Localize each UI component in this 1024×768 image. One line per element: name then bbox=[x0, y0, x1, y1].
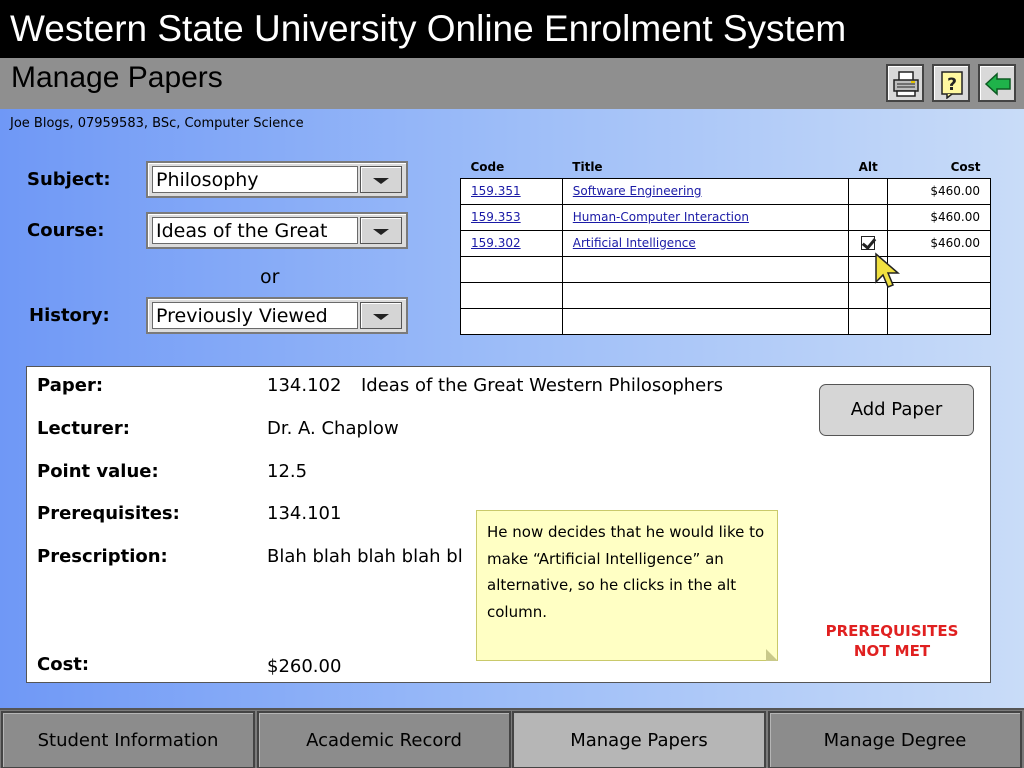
paper-title-cell: Software Engineering bbox=[561, 177, 850, 205]
or-text: or bbox=[260, 266, 280, 288]
lecturer-label: Lecturer: bbox=[37, 418, 130, 439]
page-title: Manage Papers bbox=[11, 61, 223, 94]
cost-cell: $460.00 bbox=[887, 177, 991, 205]
tab-student-information[interactable]: Student Information bbox=[1, 711, 255, 768]
paper-code-cell: 159.302 bbox=[460, 229, 563, 257]
svg-text:?: ? bbox=[947, 75, 957, 95]
lecturer-value: Dr. A. Chaplow bbox=[267, 418, 399, 439]
paper-code-cell: 159.353 bbox=[460, 203, 563, 231]
paper-code: 134.102 bbox=[267, 375, 342, 396]
course-select[interactable]: Ideas of the Great bbox=[146, 212, 408, 249]
table-row bbox=[460, 281, 991, 309]
table-row bbox=[460, 255, 991, 283]
help-icon: ? bbox=[941, 71, 963, 99]
selected-papers-table: Code Title Alt Cost 159.351 Software Engi… bbox=[460, 156, 991, 335]
paper-title-link[interactable]: Artificial Intelligence bbox=[573, 236, 696, 250]
history-value: Previously Viewed bbox=[152, 302, 358, 329]
add-paper-button[interactable]: Add Paper bbox=[819, 384, 974, 436]
cost-cell: $460.00 bbox=[887, 203, 991, 231]
prerequisites-label: Prerequisites: bbox=[37, 503, 180, 524]
printer-icon bbox=[893, 71, 919, 97]
column-header-cost: Cost bbox=[950, 159, 981, 174]
table-header-row: Code Title Alt Cost bbox=[461, 156, 991, 178]
tab-academic-record[interactable]: Academic Record bbox=[257, 711, 511, 768]
app-title: Western State University Online Enrolmen… bbox=[0, 0, 1024, 58]
student-info: Joe Blogs, 07959583, BSc, Computer Scien… bbox=[10, 116, 304, 131]
paper-code-link[interactable]: 159.353 bbox=[471, 210, 521, 224]
back-arrow-icon bbox=[984, 72, 1011, 96]
annotation-note-text: He now decides that he would like to mak… bbox=[487, 523, 765, 621]
back-button[interactable] bbox=[978, 64, 1016, 102]
paper-title-cell bbox=[561, 255, 850, 283]
alt-cell[interactable] bbox=[848, 203, 889, 231]
paper-code-link[interactable]: 159.351 bbox=[471, 184, 521, 198]
history-dropdown-icon[interactable] bbox=[360, 302, 402, 329]
cost-cell bbox=[887, 281, 991, 309]
paper-title-link[interactable]: Human-Computer Interaction bbox=[573, 210, 749, 224]
paper-label: Paper: bbox=[37, 375, 104, 396]
paper-title-cell bbox=[561, 307, 850, 335]
help-button[interactable]: ? bbox=[932, 64, 970, 102]
prescription-label: Prescription: bbox=[37, 546, 168, 567]
cost-cell: $460.00 bbox=[887, 229, 991, 257]
paper-title: Ideas of the Great Western Philosophers bbox=[361, 375, 724, 396]
page-header: Manage Papers ? bbox=[0, 58, 1024, 109]
prescription-value: Blah blah blah blah bl bbox=[267, 546, 463, 567]
alt-cell[interactable] bbox=[848, 307, 889, 335]
history-select[interactable]: Previously Viewed bbox=[146, 297, 408, 334]
course-label: Course: bbox=[27, 220, 105, 241]
subject-label: Subject: bbox=[27, 169, 111, 190]
prerequisites-warning: PREREQUISITES NOT MET bbox=[802, 621, 982, 661]
table-row: 159.302 Artificial Intelligence $460.00 bbox=[460, 229, 991, 257]
cost-label: Cost: bbox=[37, 654, 90, 675]
bottom-nav: Student Information Academic Record Mana… bbox=[0, 708, 1024, 768]
point-value: 12.5 bbox=[267, 461, 308, 482]
course-dropdown-icon[interactable] bbox=[360, 217, 402, 244]
tab-manage-papers[interactable]: Manage Papers bbox=[512, 711, 766, 768]
paper-code-cell: 159.351 bbox=[460, 177, 563, 205]
cost-cell bbox=[887, 255, 991, 283]
subject-select[interactable]: Philosophy bbox=[146, 161, 408, 198]
prerequisites-value: 134.101 bbox=[267, 503, 342, 524]
annotation-note: He now decides that he would like to mak… bbox=[476, 510, 778, 661]
cost-value: $260.00 bbox=[267, 656, 342, 677]
alt-checkbox-icon[interactable] bbox=[861, 236, 876, 251]
course-value: Ideas of the Great bbox=[152, 217, 358, 244]
cost-cell bbox=[887, 307, 991, 335]
column-header-alt: Alt bbox=[858, 159, 878, 174]
warning-line-1: PREREQUISITES bbox=[825, 622, 959, 640]
paper-title-cell: Human-Computer Interaction bbox=[561, 203, 850, 231]
column-header-code: Code bbox=[470, 159, 505, 174]
subject-dropdown-icon[interactable] bbox=[360, 166, 402, 193]
paper-code-link[interactable]: 159.302 bbox=[471, 236, 521, 250]
table-row: 159.353 Human-Computer Interaction $460.00 bbox=[460, 203, 991, 231]
print-button[interactable] bbox=[886, 64, 924, 102]
subject-value: Philosophy bbox=[152, 166, 358, 193]
alt-cell[interactable] bbox=[848, 177, 889, 205]
column-header-title: Title bbox=[572, 159, 603, 174]
table-row: 159.351 Software Engineering $460.00 bbox=[460, 177, 991, 205]
tab-manage-degree[interactable]: Manage Degree bbox=[768, 711, 1022, 768]
note-fold bbox=[766, 649, 778, 661]
mouse-pointer-icon bbox=[875, 252, 901, 288]
paper-title-link[interactable]: Software Engineering bbox=[573, 184, 702, 198]
paper-code-cell bbox=[460, 281, 563, 309]
history-label: History: bbox=[29, 305, 110, 326]
paper-code-cell bbox=[460, 255, 563, 283]
paper-title-cell bbox=[561, 281, 850, 309]
point-value-label: Point value: bbox=[37, 461, 159, 482]
paper-code-cell bbox=[460, 307, 563, 335]
table-row bbox=[460, 307, 991, 335]
warning-line-2: NOT MET bbox=[853, 642, 931, 660]
paper-title-cell: Artificial Intelligence bbox=[561, 229, 850, 257]
